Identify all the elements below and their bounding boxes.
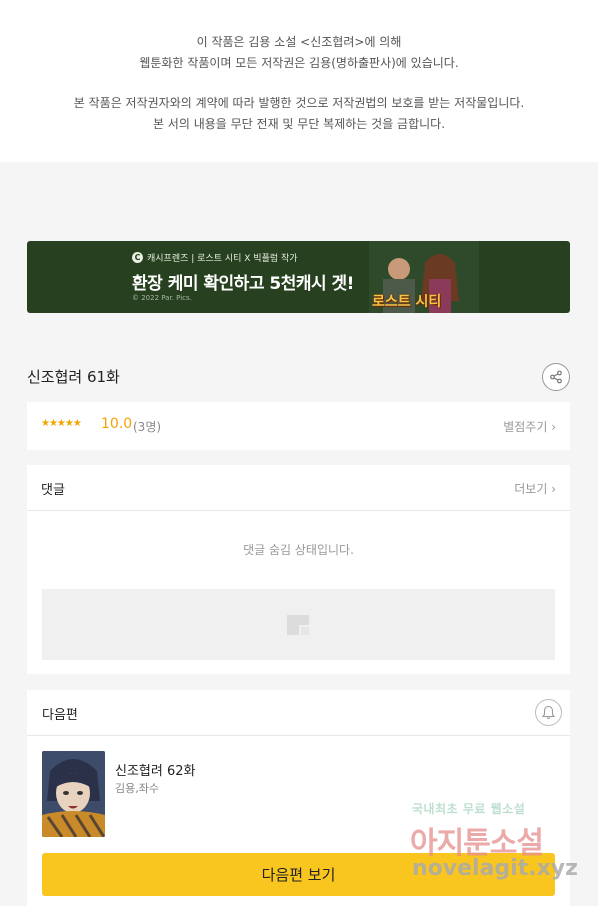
next-episode-button[interactable]: 다음편 보기	[42, 853, 555, 896]
comments-title: 댓글	[41, 483, 65, 498]
banner-logo: 로스트 시티	[372, 294, 442, 310]
ad-banner[interactable]: C 캐시프렌즈 | 로스트 시티 X 빅플럼 작가 환장 케미 확인하고 5천캐…	[27, 241, 570, 313]
ad-placeholder[interactable]	[42, 589, 555, 660]
next-episode-card: 다음편 신조협려 62화 김용,좌수 다음편 보기	[27, 690, 570, 906]
comments-hidden-message: 댓글 숨김 상태입니다.	[243, 543, 354, 557]
banner-copyright: © 2022 Par. Pics.	[132, 294, 192, 302]
copyright-notice: 이 작품은 김용 소설 <신조협려>에 의해 웹툰화한 작품이며 모든 저작권은…	[0, 0, 598, 162]
rating-score: 10.0	[101, 416, 133, 432]
banner-top-text: 캐시프렌즈 | 로스트 시티 X 빅플럼 작가	[147, 254, 298, 264]
next-episode-thumbnail[interactable]	[42, 751, 105, 837]
next-episode-author: 김용,좌수	[115, 782, 159, 795]
next-episode-section-title: 다음편	[42, 708, 78, 723]
episode-title-row: 신조협려 61화	[27, 362, 570, 392]
bell-icon	[541, 705, 556, 720]
share-button[interactable]	[542, 363, 570, 391]
comments-more-button[interactable]: 더보기 ›	[514, 480, 556, 497]
share-icon	[550, 370, 562, 384]
rating-card: ★★★★★ 10.0 (3명) 별점주기 ›	[27, 402, 570, 450]
notice-line-3: 본 작품은 저작권자와의 계약에 따라 발행한 것으로 저작권법의 보호를 받는…	[73, 96, 525, 110]
notice-line-1: 이 작품은 김용 소설 <신조협려>에 의해	[196, 35, 402, 49]
next-episode-title[interactable]: 신조협려 62화	[115, 760, 195, 779]
banner-top: C 캐시프렌즈 | 로스트 시티 X 빅플럼 작가	[132, 251, 298, 264]
rating-count: (3명)	[133, 420, 162, 434]
next-episode-header: 다음편	[27, 690, 570, 736]
rate-button[interactable]: 별점주기 ›	[503, 418, 556, 435]
ad-placeholder-icon	[287, 615, 309, 635]
notification-button[interactable]	[535, 699, 562, 726]
cash-friends-icon: C	[132, 252, 143, 263]
banner-headline: 환장 케미 확인하고 5천캐시 겟!	[132, 274, 354, 294]
comments-card: 댓글 더보기 › 댓글 숨김 상태입니다.	[27, 465, 570, 674]
notice-line-2: 웹툰화한 작품이며 모든 저작권은 김용(명하출판사)에 있습니다.	[139, 55, 459, 70]
comments-header: 댓글 더보기 ›	[27, 465, 570, 511]
rating-stars: ★★★★★	[41, 418, 82, 429]
notice-line-4: 본 서의 내용을 무단 전재 및 무단 복제하는 것을 금합니다.	[152, 116, 446, 131]
episode-title: 신조협려 61화	[27, 368, 120, 386]
